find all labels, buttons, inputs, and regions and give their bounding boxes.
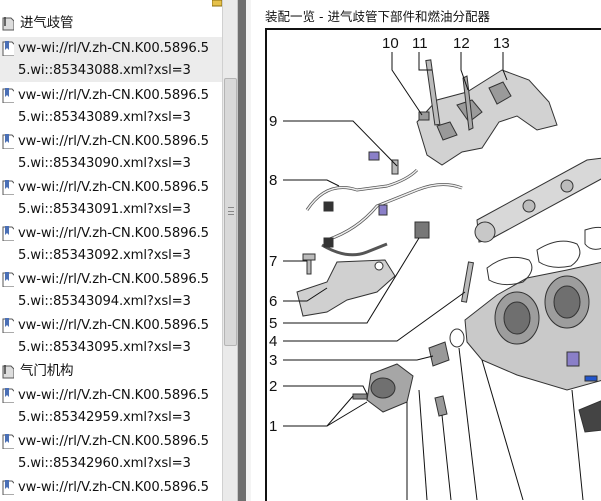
bookmark-link[interactable]: vw-wi://rl/V.zh-CN.K00.5896.5 5.wi::8534…	[0, 314, 222, 359]
callout-2: 2	[269, 378, 277, 395]
folder-open-icon	[2, 17, 14, 31]
bookmark-label: 进气歧管	[20, 15, 74, 31]
callout-11: 11	[412, 35, 428, 52]
bookmark-link[interactable]: vw-wi://rl/V.zh-CN.K00.5896.5 5.wi::8534…	[0, 384, 222, 429]
folder-open-icon	[2, 365, 14, 379]
exploded-diagram-frame: 10 11 12 13 9 8 7 6 5 4 3 2 1	[265, 28, 601, 501]
bookmark-options-icon[interactable]	[212, 0, 222, 8]
callout-12: 12	[453, 35, 470, 52]
bookmark-page-icon	[2, 318, 14, 333]
bookmark-url-line2: 5.wi::85343094.xml?xsl=3	[18, 294, 191, 309]
bookmark-link[interactable]: vw-wi://rl/V.zh-CN.K00.5896.5 5.wi::8534…	[0, 84, 222, 129]
bookmark-page-icon	[2, 88, 14, 103]
bookmark-link[interactable]: vw-wi://rl/V.zh-CN.K00.5896.5 5.wi::8534…	[0, 130, 222, 175]
bolt-part	[302, 253, 316, 261]
gasket-part	[486, 256, 533, 286]
bookmark-url-line1: vw-wi://rl/V.zh-CN.K00.5896.5	[18, 180, 209, 195]
bookmark-page-icon	[2, 434, 14, 449]
bookmark-link[interactable]: vw-wi://rl/V.zh-CN.K00.5896.5 5.wi::8534…	[0, 37, 222, 82]
bookmarks-pane: 进气歧管 vw-wi://rl/V.zh-CN.K00.5896.5 5.wi:…	[0, 0, 222, 501]
bookmark-url-line2: 5.wi::85343092.xml?xsl=3	[18, 248, 191, 263]
bookmark-url-line1: vw-wi://rl/V.zh-CN.K00.5896.5	[18, 318, 209, 333]
bookmark-url-line2: 5.wi::85343095.xml?xsl=3	[18, 340, 191, 355]
scrollbar-thumb[interactable]	[224, 78, 237, 346]
callout-7: 7	[269, 253, 277, 270]
bookmark-url-line2: 5.wi::85343091.xml?xsl=3	[18, 202, 191, 217]
bookmarks-scrollbar[interactable]	[222, 0, 238, 501]
bookmark-page-icon	[2, 480, 14, 495]
bookmark-folder-intake-manifold[interactable]: 进气歧管	[0, 12, 222, 36]
bookmark-link[interactable]: vw-wi://rl/V.zh-CN.K00.5896.5	[0, 476, 222, 501]
bookmark-page-icon	[2, 226, 14, 241]
bookmark-label: 气门机构	[20, 363, 74, 379]
bookmark-url-line1: vw-wi://rl/V.zh-CN.K00.5896.5	[18, 88, 209, 103]
callout-4: 4	[269, 333, 277, 350]
bookmark-page-icon	[2, 388, 14, 403]
callout-9: 9	[269, 113, 277, 130]
exploded-view-diagram: 10 11 12 13 9 8 7 6 5 4 3 2 1	[269, 35, 601, 500]
bookmark-url-line1: vw-wi://rl/V.zh-CN.K00.5896.5	[18, 226, 209, 241]
callout-10: 10	[382, 35, 399, 52]
bookmark-url-line1: vw-wi://rl/V.zh-CN.K00.5896.5	[18, 41, 209, 56]
callout-6: 6	[269, 293, 277, 310]
callout-3: 3	[269, 352, 277, 369]
callout-8: 8	[269, 172, 277, 189]
bookmark-url-line1: vw-wi://rl/V.zh-CN.K00.5896.5	[18, 134, 209, 149]
bookmark-link[interactable]: vw-wi://rl/V.zh-CN.K00.5896.5 5.wi::8534…	[0, 430, 222, 475]
scroll-grip-icon	[228, 207, 234, 215]
document-page: 装配一览 - 进气歧管下部件和燃油分配器 10 11 12 13 9 8 7 6…	[251, 0, 601, 501]
bookmark-url-line1: vw-wi://rl/V.zh-CN.K00.5896.5	[18, 272, 209, 287]
bookmark-url-line1: vw-wi://rl/V.zh-CN.K00.5896.5	[18, 388, 209, 403]
bookmark-page-icon	[2, 41, 14, 56]
bookmark-url-line2: 5.wi::85342960.xml?xsl=3	[18, 456, 191, 471]
sealing-ring-part	[449, 328, 465, 348]
fuel-rail-part	[476, 157, 601, 243]
bookmark-url-line1: vw-wi://rl/V.zh-CN.K00.5896.5	[18, 480, 209, 495]
pane-splitter[interactable]	[238, 0, 246, 501]
bookmark-link[interactable]: vw-wi://rl/V.zh-CN.K00.5896.5 5.wi::8534…	[0, 222, 222, 267]
bookmark-url-line2: 5.wi::85343089.xml?xsl=3	[18, 110, 191, 125]
callout-5: 5	[269, 315, 277, 332]
bookmark-url-line2: 5.wi::85343090.xml?xsl=3	[18, 156, 191, 171]
bookmark-page-icon	[2, 180, 14, 195]
callout-1: 1	[269, 418, 277, 435]
page-title: 装配一览 - 进气歧管下部件和燃油分配器	[265, 9, 490, 24]
bookmark-page-icon	[2, 134, 14, 149]
bookmark-url-line2: 5.wi::85342959.xml?xsl=3	[18, 410, 191, 425]
bookmark-link[interactable]: vw-wi://rl/V.zh-CN.K00.5896.5 5.wi::8534…	[0, 268, 222, 313]
injector-part	[414, 221, 430, 239]
bookmark-folder-valve-train[interactable]: 气门机构	[0, 360, 222, 384]
bookmark-url-line2: 5.wi::85343088.xml?xsl=3	[18, 63, 191, 78]
callout-13: 13	[493, 35, 510, 52]
bookmark-url-line1: vw-wi://rl/V.zh-CN.K00.5896.5	[18, 434, 209, 449]
bookmark-link[interactable]: vw-wi://rl/V.zh-CN.K00.5896.5 5.wi::8534…	[0, 176, 222, 221]
bookmark-page-icon	[2, 272, 14, 287]
